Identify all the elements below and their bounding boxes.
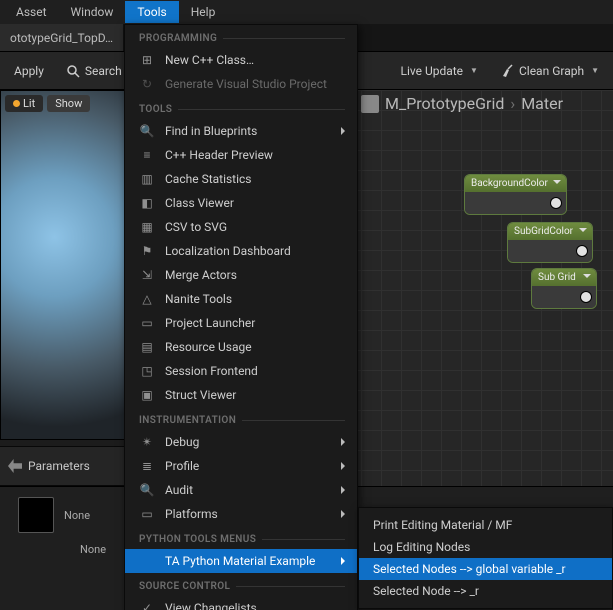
tools-menu: PROGRAMMING ⊞New C++ Class… ↻Generate Vi… (124, 24, 358, 610)
merge-icon: ⇲ (139, 267, 155, 283)
graph-node-subgrid[interactable]: Sub Grid (531, 268, 597, 309)
parameters-icon (8, 459, 22, 473)
resource-icon: ▤ (139, 339, 155, 355)
mi-print-editing-material[interactable]: Print Editing Material / MF (359, 514, 612, 536)
stats-icon: ▥ (139, 171, 155, 187)
python-icon (139, 553, 155, 569)
node-title: SubGridColor (508, 223, 592, 240)
python-submenu: Print Editing Material / MF Log Editing … (358, 507, 613, 609)
mi-platforms[interactable]: ▭Platforms (125, 502, 357, 526)
mi-cpp-header-preview[interactable]: ≡C++ Header Preview (125, 143, 357, 167)
node-title: Sub Grid (532, 269, 596, 286)
menu-asset[interactable]: Asset (4, 1, 59, 23)
menu-bar: Asset Window Tools Help (0, 0, 613, 24)
material-icon (361, 95, 379, 113)
lit-mode-button[interactable]: Lit (5, 95, 43, 112)
slot-value: None (80, 543, 106, 556)
bug-icon: ✴ (139, 434, 155, 450)
header-icon: ≡ (139, 147, 155, 163)
graph-node-backgroundcolor[interactable]: BackgroundColor (464, 174, 567, 215)
texture-swatch[interactable] (18, 497, 54, 533)
mi-class-viewer[interactable]: ◧Class Viewer (125, 191, 357, 215)
mi-merge-actors[interactable]: ⇲Merge Actors (125, 263, 357, 287)
refresh-icon: ↻ (139, 76, 155, 92)
breadcrumb: M_PrototypeGrid › Mater (361, 94, 563, 113)
mi-cache-statistics[interactable]: ▥Cache Statistics (125, 167, 357, 191)
show-button[interactable]: Show (47, 95, 90, 112)
mi-session-frontend[interactable]: ◳Session Frontend (125, 359, 357, 383)
breadcrumb-item[interactable]: Mater (521, 94, 563, 113)
class-icon: ◧ (139, 195, 155, 211)
platforms-icon: ▭ (139, 506, 155, 522)
mi-localization-dashboard[interactable]: ⚑Localization Dashboard (125, 239, 357, 263)
document-tab[interactable]: ototypeGrid_TopD… (0, 24, 124, 51)
live-update-button[interactable]: Live Update▼ (392, 59, 485, 83)
mi-resource-usage[interactable]: ▤Resource Usage (125, 335, 357, 359)
session-icon: ◳ (139, 363, 155, 379)
audit-icon: 🔍 (139, 482, 155, 498)
breadcrumb-item[interactable]: M_PrototypeGrid (385, 94, 504, 113)
mi-project-launcher[interactable]: ▭Project Launcher (125, 311, 357, 335)
chevron-down-icon: ▼ (591, 66, 599, 75)
profile-icon: ≣ (139, 458, 155, 474)
mi-struct-viewer[interactable]: ▣Struct Viewer (125, 383, 357, 407)
launcher-icon: ▭ (139, 315, 155, 331)
menu-section-programming: PROGRAMMING (125, 25, 357, 48)
mi-new-cpp-class[interactable]: ⊞New C++ Class… (125, 48, 357, 72)
mi-generate-vs-project[interactable]: ↻Generate Visual Studio Project (125, 72, 357, 96)
clean-graph-button[interactable]: Clean Graph▼ (492, 59, 607, 83)
menu-help[interactable]: Help (179, 1, 228, 23)
output-pin[interactable] (581, 292, 591, 302)
mi-debug[interactable]: ✴Debug (125, 430, 357, 454)
check-icon: ✓ (139, 600, 155, 610)
menu-section-source-control: SOURCE CONTROL (125, 573, 357, 596)
csv-icon: ▦ (139, 219, 155, 235)
flag-icon: ⚑ (139, 243, 155, 259)
node-title: BackgroundColor (465, 175, 566, 192)
mi-log-editing-nodes[interactable]: Log Editing Nodes (359, 536, 612, 558)
mi-audit[interactable]: 🔍Audit (125, 478, 357, 502)
menu-tools[interactable]: Tools (125, 1, 178, 23)
slot-value: None (64, 509, 90, 522)
menu-window[interactable]: Window (59, 1, 126, 23)
broom-icon (500, 64, 514, 78)
menu-section-python: PYTHON TOOLS MENUS (125, 526, 357, 549)
mi-view-changelists[interactable]: ✓View Changelists (125, 596, 357, 610)
search-icon: 🔍 (139, 123, 155, 139)
menu-section-tools: TOOLS (125, 96, 357, 119)
parameters-label: Parameters (28, 459, 90, 473)
cpp-icon: ⊞ (139, 52, 155, 68)
chevron-down-icon: ▼ (470, 66, 478, 75)
menu-section-instrumentation: INSTRUMENTATION (125, 407, 357, 430)
output-pin[interactable] (577, 246, 587, 256)
nanite-icon: △ (139, 291, 155, 307)
struct-icon: ▣ (139, 387, 155, 403)
search-button[interactable]: Search (58, 59, 130, 83)
apply-button[interactable]: Apply (6, 59, 52, 83)
mi-ta-python-material-example[interactable]: TA Python Material Example (125, 549, 357, 573)
output-pin[interactable] (551, 198, 561, 208)
mi-csv-to-svg[interactable]: ▦CSV to SVG (125, 215, 357, 239)
bulb-icon (13, 100, 20, 107)
mi-nanite-tools[interactable]: △Nanite Tools (125, 287, 357, 311)
search-icon (66, 64, 80, 78)
mi-find-in-blueprints[interactable]: 🔍Find in Blueprints (125, 119, 357, 143)
mi-profile[interactable]: ≣Profile (125, 454, 357, 478)
chevron-right-icon: › (510, 94, 515, 113)
graph-node-subgridcolor[interactable]: SubGridColor (507, 222, 593, 263)
mi-selected-node-r[interactable]: Selected Node --> _r (359, 580, 612, 602)
mi-selected-nodes-global-r[interactable]: Selected Nodes --> global variable _r (359, 558, 612, 580)
